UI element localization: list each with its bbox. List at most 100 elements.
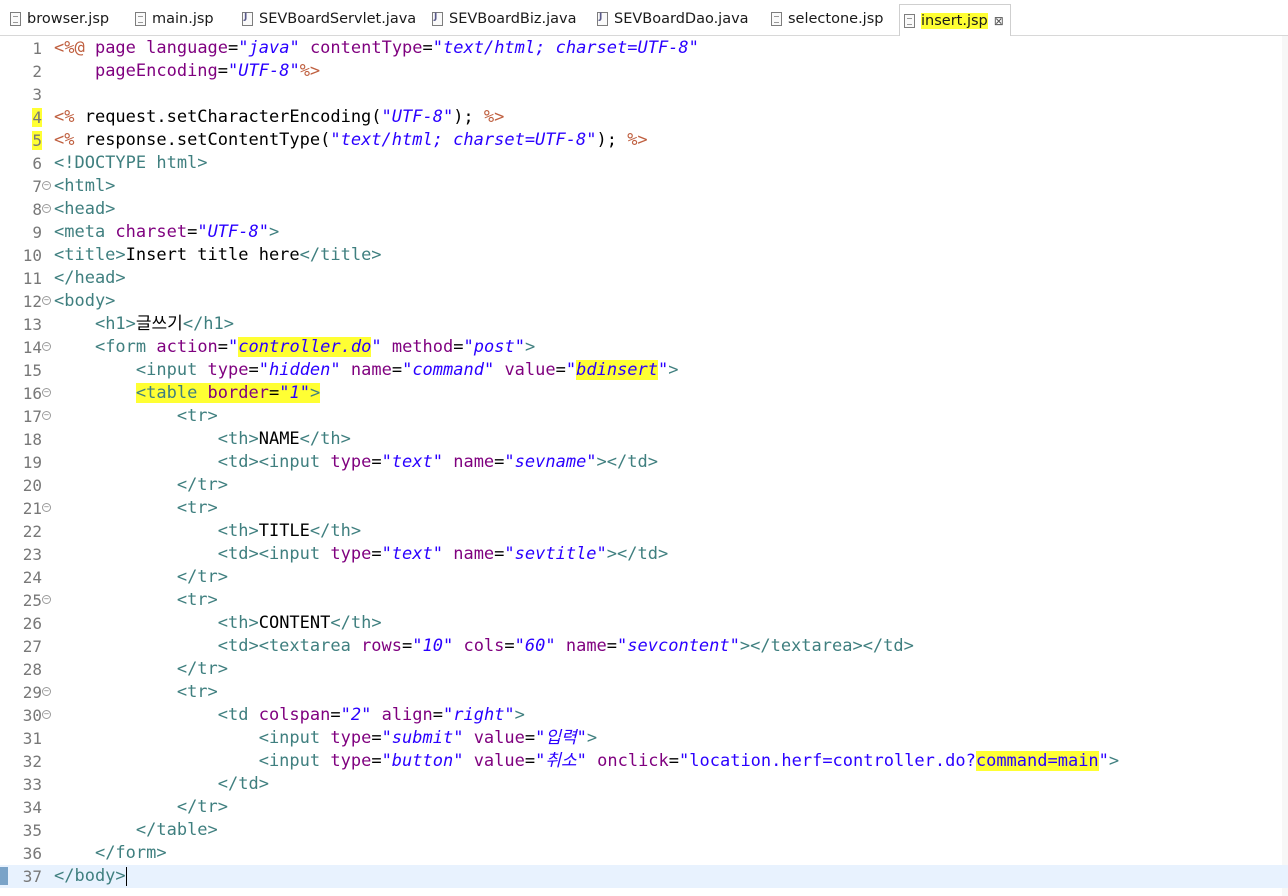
code-line[interactable]: 34 </tr> — [0, 796, 1288, 819]
code-text: </table> — [54, 819, 218, 842]
code-line[interactable]: 2 pageEncoding="UTF-8"%> — [0, 60, 1288, 83]
code-line[interactable]: 29− <tr> — [0, 681, 1288, 704]
code-line[interactable]: 7− <html> — [0, 175, 1288, 198]
code-line[interactable]: 33 </td> — [0, 773, 1288, 796]
code-token: </tr> — [176, 567, 229, 587]
fold-toggle-icon[interactable]: − — [42, 503, 51, 512]
code-text: <input type="button" value="취소" onclick=… — [54, 750, 1119, 773]
code-line[interactable]: 24 </tr> — [0, 566, 1288, 589]
code-line[interactable]: 4 <% request.setCharacterEncoding("UTF-8"… — [0, 106, 1288, 129]
tab-insert-jsp[interactable]: insert.jsp ⊠ — [899, 4, 1011, 36]
code-line[interactable]: 22 <th>TITLE</th> — [0, 520, 1288, 543]
code-line[interactable]: 21− <tr> — [0, 497, 1288, 520]
code-line[interactable]: 6 <!DOCTYPE html> — [0, 152, 1288, 175]
code-line[interactable]: 12− <body> — [0, 290, 1288, 313]
code-line[interactable]: 17− <tr> — [0, 405, 1288, 428]
code-line[interactable]: 26 <th>CONTENT</th> — [0, 612, 1288, 635]
tab-sevboarddao-java[interactable]: SEVBoardDao.java — [597, 5, 749, 33]
code-line[interactable]: 10 <title>Insert title here</title> — [0, 244, 1288, 267]
fold-toggle-icon[interactable]: − — [42, 296, 51, 305]
tab-sevboardservlet-java[interactable]: SEVBoardServlet.java — [242, 5, 416, 33]
code-text: <th>CONTENT</th> — [54, 612, 382, 635]
code-token: > — [1108, 751, 1120, 771]
code-text: <meta charset="UTF-8"> — [54, 221, 279, 244]
code-line[interactable]: 20 </tr> — [0, 474, 1288, 497]
line-number-text: 9 — [32, 223, 42, 242]
code-token: <input — [258, 728, 331, 748]
fold-toggle-icon[interactable]: − — [42, 342, 51, 351]
tab-main-jsp[interactable]: main.jsp — [135, 5, 214, 33]
line-number: 15 — [12, 359, 42, 382]
code-line[interactable]: 14− <form action="controller.do" method=… — [0, 336, 1288, 359]
code-token: "10" — [412, 636, 464, 656]
code-token: <html> — [54, 176, 116, 196]
code-line[interactable]: 13 <h1>글쓰기</h1> — [0, 313, 1288, 336]
code-token: </th> — [309, 521, 362, 541]
code-line[interactable]: 8− <head> — [0, 198, 1288, 221]
code-line[interactable]: 37 </body> — [0, 865, 1288, 888]
code-line[interactable]: 30− <td colspan="2" align="right"> — [0, 704, 1288, 727]
code-text: <tr> — [54, 681, 218, 704]
code-token: = — [330, 705, 341, 725]
code-line[interactable]: 32 <input type="button" value="취소" oncli… — [0, 750, 1288, 773]
code-line[interactable]: 36 </form> — [0, 842, 1288, 865]
code-line[interactable]: 9 <meta charset="UTF-8"> — [0, 221, 1288, 244]
fold-toggle-icon[interactable]: − — [42, 181, 51, 190]
code-token: "command" — [402, 360, 505, 380]
code-token: type — [330, 452, 372, 472]
code-token: <!DOCTYPE html> — [54, 153, 208, 173]
fold-toggle-icon[interactable]: − — [42, 595, 51, 604]
line-number: 8 — [12, 198, 42, 221]
code-line[interactable]: 35 </table> — [0, 819, 1288, 842]
line-number: 34 — [12, 796, 42, 819]
code-line[interactable]: 18 <th>NAME</th> — [0, 428, 1288, 451]
jsp-file-icon — [135, 12, 146, 26]
code-line[interactable]: 23 <td><input type="text" name="sevtitle… — [0, 543, 1288, 566]
fold-toggle-icon[interactable]: − — [42, 204, 51, 213]
code-token: type — [330, 728, 372, 748]
code-token: <h1> — [94, 314, 136, 334]
code-line[interactable]: 1 <%@ page language="java" contentType="t… — [0, 37, 1288, 60]
line-number-text: 5 — [32, 131, 42, 150]
code-line[interactable]: 25− <tr> — [0, 589, 1288, 612]
code-line[interactable]: 16− <table border="1"> — [0, 382, 1288, 405]
close-tab-icon[interactable]: ⊠ — [994, 14, 1004, 28]
code-text: <title>Insert title here</title> — [54, 244, 382, 267]
code-token: "UTF-8" — [381, 107, 454, 127]
code-line[interactable]: 31 <input type="submit" value="입력"> — [0, 727, 1288, 750]
code-editor[interactable]: 1 <%@ page language="java" contentType="t… — [0, 36, 1288, 896]
code-token: = — [248, 360, 259, 380]
tab-browser-jsp[interactable]: browser.jsp — [10, 5, 109, 33]
code-line[interactable]: 15 <input type="hidden" name="command" v… — [0, 359, 1288, 382]
code-token: name — [350, 360, 392, 380]
jsp-file-icon — [771, 12, 782, 26]
fold-toggle-icon[interactable]: − — [42, 687, 51, 696]
line-number: 16 — [12, 382, 42, 405]
tab-selectone-jsp[interactable]: selectone.jsp — [771, 5, 883, 33]
fold-toggle-icon[interactable]: − — [42, 710, 51, 719]
code-token: <td><input — [217, 452, 331, 472]
code-line[interactable]: 19 <td><input type="text" name="sevname"… — [0, 451, 1288, 474]
code-token: "1" — [279, 383, 310, 403]
code-line[interactable]: 27 <td><textarea rows="10" cols="60" nam… — [0, 635, 1288, 658]
jsp-file-icon — [10, 12, 21, 26]
fold-toggle-icon[interactable]: − — [42, 411, 51, 420]
code-line[interactable]: 28 </tr> — [0, 658, 1288, 681]
code-line[interactable]: 11 </head> — [0, 267, 1288, 290]
code-line[interactable]: 5 <% response.setContentType("text/html; … — [0, 129, 1288, 152]
code-token: %> — [627, 130, 648, 150]
code-line[interactable]: 3 — [0, 83, 1288, 106]
code-token: ></td> — [606, 544, 669, 564]
fold-toggle-icon[interactable]: − — [42, 388, 51, 397]
code-token: language — [146, 38, 229, 58]
code-text: <table border="1"> — [54, 382, 321, 405]
code-token: cols — [463, 636, 505, 656]
tab-sevboardbiz-java[interactable]: SEVBoardBiz.java — [432, 5, 576, 33]
code-token: contentType — [309, 38, 423, 58]
